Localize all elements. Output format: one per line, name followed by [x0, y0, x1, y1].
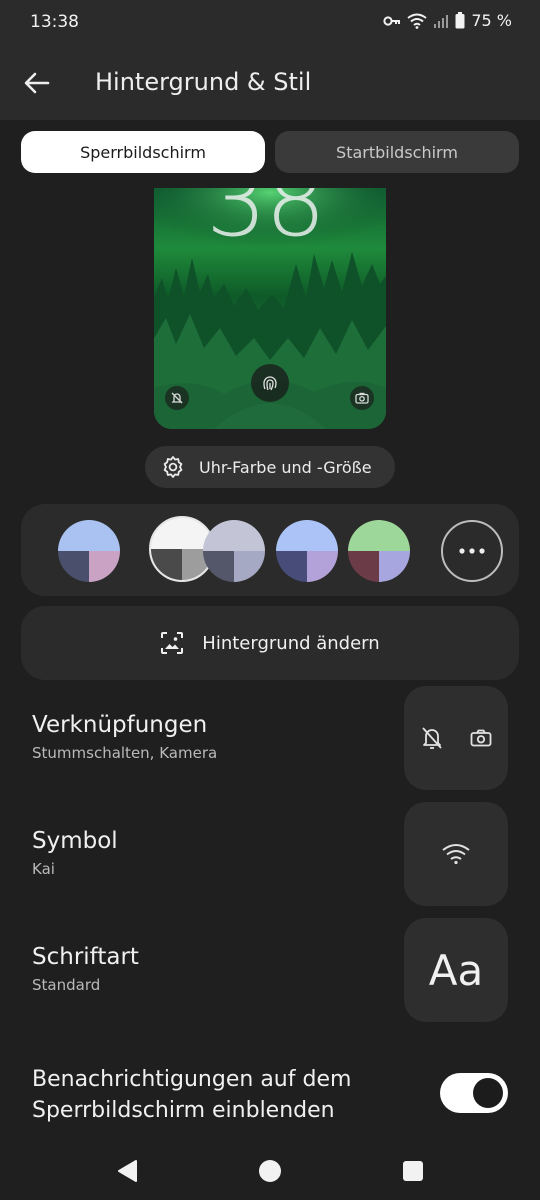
lock-clock: 38 [206, 188, 326, 258]
camera-icon [350, 386, 374, 410]
signal-icon [433, 13, 449, 29]
status-icons: 75 % [383, 11, 512, 30]
fingerprint-icon [251, 364, 289, 402]
nav-back-button[interactable] [112, 1156, 142, 1186]
vpn-key-icon [383, 15, 401, 27]
back-button[interactable] [20, 66, 54, 100]
shortcuts-row[interactable]: Verknüpfungen Stummschalten, Kamera [32, 712, 392, 762]
clock-style-label: Uhr-Farbe und -Größe [199, 457, 372, 477]
symbol-subtitle: Kai [32, 860, 55, 878]
gear-icon [163, 456, 183, 478]
triangle-back-icon [118, 1160, 137, 1182]
font-tile[interactable]: Aa [404, 918, 508, 1022]
lockscreen-preview[interactable]: 38 [154, 188, 386, 429]
notifications-toggle[interactable] [440, 1073, 508, 1113]
status-time: 13:38 [30, 12, 79, 32]
more-colors-button[interactable] [441, 520, 503, 582]
system-nav-bar [0, 1138, 540, 1200]
change-wallpaper-label: Hintergrund ändern [202, 632, 380, 654]
clock-style-button[interactable]: Uhr-Farbe und -Größe [145, 446, 395, 488]
shortcuts-title: Verknüpfungen [32, 712, 208, 738]
square-recents-icon [403, 1161, 423, 1181]
font-subtitle: Standard [32, 976, 101, 994]
font-title: Schriftart [32, 944, 139, 970]
arrow-back-icon [24, 72, 50, 94]
tab-homescreen[interactable]: Startbildschirm [275, 131, 519, 173]
more-horiz-icon [459, 548, 485, 554]
color-swatch[interactable] [276, 520, 338, 582]
tab-lockscreen[interactable]: Sperrbildschirm [21, 131, 265, 173]
color-swatch[interactable] [348, 520, 410, 582]
mute-icon [165, 386, 189, 410]
app-bar: Hintergrund & Stil [0, 44, 540, 120]
change-wallpaper-button[interactable]: Hintergrund ändern [21, 606, 519, 680]
circle-home-icon [259, 1160, 281, 1182]
mute-icon [422, 727, 442, 749]
nav-recents-button[interactable] [398, 1156, 428, 1186]
battery-icon [455, 12, 465, 29]
font-preview: Aa [428, 945, 484, 995]
symbol-row[interactable]: Symbol Kai [32, 828, 392, 878]
page-title: Hintergrund & Stil [95, 68, 312, 96]
shortcuts-subtitle: Stummschalten, Kamera [32, 744, 218, 762]
nav-home-button[interactable] [255, 1156, 285, 1186]
color-swatch[interactable] [203, 520, 265, 582]
symbol-title: Symbol [32, 828, 118, 854]
color-palette-panel [21, 504, 519, 596]
wallpaper-icon [161, 632, 184, 654]
screen-tabs: Sperrbildschirm Startbildschirm [21, 131, 519, 173]
wifi-icon [442, 844, 470, 865]
wifi-icon [407, 13, 427, 29]
shortcuts-tile[interactable] [404, 686, 508, 790]
font-row[interactable]: Schriftart Standard [32, 944, 392, 994]
symbol-tile[interactable] [404, 802, 508, 906]
camera-icon [470, 729, 492, 747]
toggle-knob [473, 1078, 503, 1108]
status-bar: 13:38 75 % [0, 0, 540, 44]
color-swatch[interactable] [58, 520, 120, 582]
notifications-label: Benachrichtigungen auf dem Sperrbildschi… [32, 1067, 352, 1123]
battery-percent: 75 % [471, 11, 512, 30]
